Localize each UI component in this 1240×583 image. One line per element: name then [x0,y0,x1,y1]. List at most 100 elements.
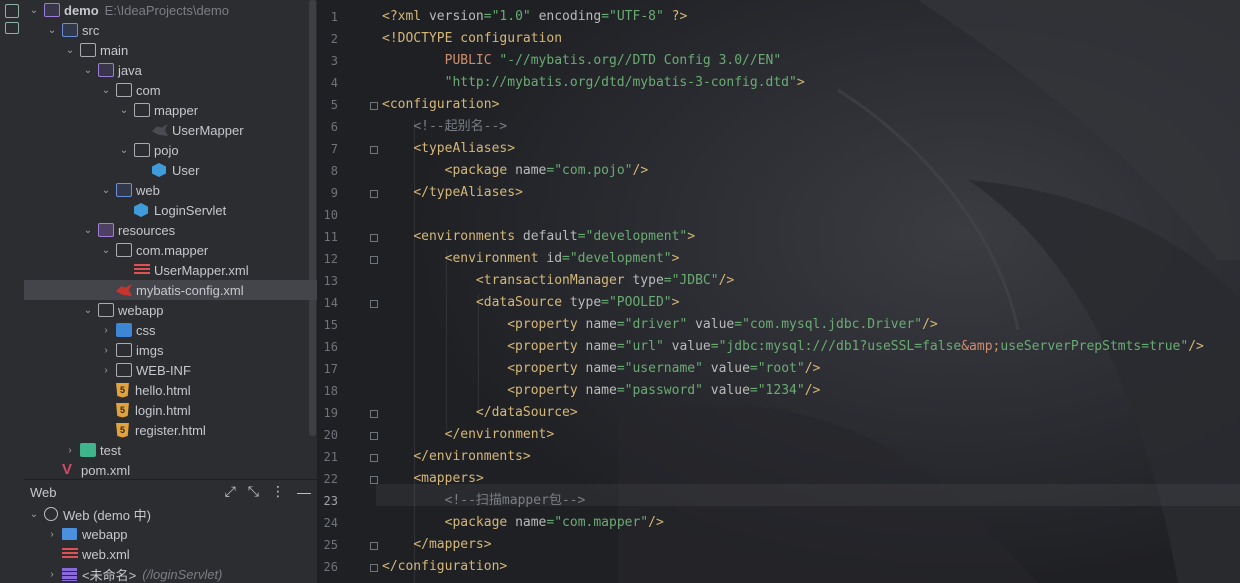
chevron-right-icon[interactable]: › [100,324,112,336]
fold-marker-icon[interactable] [370,564,378,572]
line-number[interactable]: 2 [318,32,338,46]
line-number[interactable]: 13 [318,274,338,288]
tree-item[interactable]: User [24,160,317,180]
chevron-right-icon[interactable]: › [46,568,58,580]
fold-marker-icon[interactable] [370,432,378,440]
chevron-down-icon[interactable]: ⌄ [82,224,94,236]
chevron-right-icon[interactable]: › [100,364,112,376]
tree-item[interactable]: Vpom.xml [24,460,317,479]
fold-marker-icon[interactable] [370,102,378,110]
tree-item[interactable]: ⌄ Web (demo 中) [24,504,317,524]
line-number[interactable]: 21 [318,450,338,464]
tree-item[interactable]: › test [24,440,317,460]
code-line[interactable]: <transactionManager type="JDBC"/> [382,270,734,292]
tree-item[interactable]: ⌄ main [24,40,317,60]
line-number-gutter[interactable]: 1 2 3 4 5 6 7 8 9 10 11 12 13 14 15 16 17 18 19 20 21 22 23 24 2… [318,0,378,583]
fold-marker-icon[interactable] [370,454,378,462]
chevron-down-icon[interactable]: ⌄ [118,144,130,156]
line-number[interactable]: 14 [318,296,338,310]
chevron-down-icon[interactable]: ⌄ [64,44,76,56]
code-line[interactable]: <!--起别名--> [382,116,507,138]
code-line[interactable]: <package name="com.pojo"/> [382,160,649,182]
tree-item[interactable]: › css [24,320,317,340]
hide-panel-icon[interactable]: — [297,484,311,500]
line-number[interactable]: 25 [318,538,338,552]
tree-item[interactable]: ⌄ mapper [24,100,317,120]
line-number[interactable]: 6 [318,120,338,134]
code-line[interactable]: </environments> [382,446,530,468]
fold-marker-icon[interactable] [370,256,378,264]
chevron-right-icon[interactable]: › [100,344,112,356]
line-number[interactable]: 17 [318,362,338,376]
tree-item[interactable]: ⌄ com.mapper [24,240,317,260]
tree-item[interactable]: ⌄ pojo [24,140,317,160]
tree-item[interactable]: 5 register.html [24,420,317,440]
code-line[interactable]: <configuration> [382,94,499,116]
tree-item[interactable]: ⌄ com [24,80,317,100]
line-number[interactable]: 4 [318,76,338,90]
chevron-down-icon[interactable]: ⌄ [100,84,112,96]
line-number[interactable]: 10 [318,208,338,222]
code-line[interactable]: <property name="username" value="root"/> [382,358,820,380]
code-line[interactable]: <!--扫描mapper包--> [382,490,586,512]
tree-item[interactable]: ⌄ src [24,20,317,40]
chevron-right-icon[interactable]: › [46,528,58,540]
line-number[interactable]: 26 [318,560,338,574]
code-line[interactable]: <?xml version="1.0" encoding="UTF-8" ?> [382,6,687,28]
code-area[interactable]: <?xml version="1.0" encoding="UTF-8" ?> <… [382,0,1240,583]
chevron-down-icon[interactable]: ⌄ [28,4,40,16]
tree-item[interactable]: ⌄ demo E:\IdeaProjects\demo [24,0,317,20]
fold-marker-icon[interactable] [370,190,378,198]
line-number[interactable]: 22 [318,472,338,486]
code-line[interactable]: <dataSource type="POOLED"> [382,292,680,314]
tree-item[interactable]: mybatis-config.xml [24,280,317,300]
code-line[interactable]: <typeAliases> [382,138,515,160]
tree-item[interactable]: 5 login.html [24,400,317,420]
code-line[interactable]: <package name="com.mapper"/> [382,512,664,534]
chevron-down-icon[interactable]: ⌄ [82,64,94,76]
chevron-down-icon[interactable]: ⌄ [82,304,94,316]
code-line[interactable]: </environment> [382,424,555,446]
chevron-down-icon[interactable]: ⌄ [28,508,40,520]
code-line[interactable]: </dataSource> [382,402,578,424]
code-line[interactable]: </typeAliases> [382,182,523,204]
fold-marker-icon[interactable] [370,300,378,308]
tree-item[interactable]: LoginServlet [24,200,317,220]
tree-item[interactable]: UserMapper [24,120,317,140]
code-line[interactable]: </mappers> [382,534,491,556]
tree-item[interactable]: › webapp [24,524,317,544]
line-number[interactable]: 12 [318,252,338,266]
chevron-down-icon[interactable]: ⌄ [118,104,130,116]
code-editor[interactable]: 1 2 3 4 5 6 7 8 9 10 11 12 13 14 15 16 17 18 19 20 21 22 23 24 2… [318,0,1240,583]
code-line[interactable]: <property name="password" value="1234"/> [382,380,820,402]
code-line[interactable]: "http://mybatis.org/dtd/mybatis-3-config… [382,72,805,94]
line-number[interactable]: 19 [318,406,338,420]
code-line[interactable]: <property name="driver" value="com.mysql… [382,314,938,336]
fold-marker-icon[interactable] [370,146,378,154]
line-number[interactable]: 1 [318,10,338,24]
line-number[interactable]: 16 [318,340,338,354]
project-tool-icon[interactable] [5,4,19,18]
line-number[interactable]: 24 [318,516,338,530]
line-number[interactable]: 20 [318,428,338,442]
code-line[interactable]: PUBLIC "-//mybatis.org//DTD Config 3.0//… [382,50,782,72]
line-number[interactable]: 23 [318,494,338,508]
line-number[interactable]: 18 [318,384,338,398]
fold-marker-icon[interactable] [370,410,378,418]
tree-item[interactable]: UserMapper.xml [24,260,317,280]
code-line[interactable]: <!DOCTYPE configuration [382,28,562,50]
code-line[interactable]: <environments default="development"> [382,226,695,248]
line-number[interactable]: 11 [318,230,338,244]
code-line[interactable]: </configuration> [382,556,507,578]
expand-all-icon[interactable]: ⤢ [225,483,236,500]
tree-item[interactable]: ⌄ resources [24,220,317,240]
tree-item[interactable]: ⌄ webapp [24,300,317,320]
chevron-right-icon[interactable]: › [64,444,76,456]
chevron-down-icon[interactable]: ⌄ [100,184,112,196]
fold-marker-icon[interactable] [370,476,378,484]
tree-item[interactable]: › <未命名> (/loginServlet) [24,564,317,583]
structure-tool-icon[interactable] [5,22,19,34]
tree-item[interactable]: › WEB-INF [24,360,317,380]
code-line[interactable]: <environment id="development"> [382,248,680,270]
tree-item[interactable]: 5 hello.html [24,380,317,400]
